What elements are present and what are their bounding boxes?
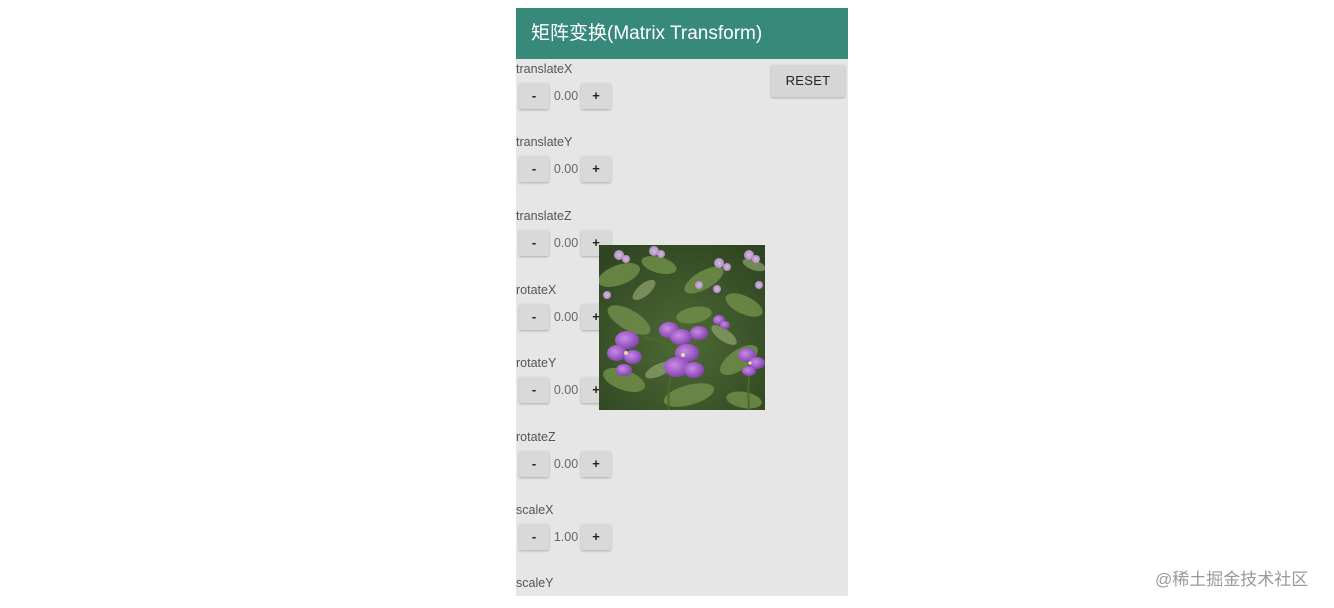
- control-translate-x: translateX - 0.00 +: [516, 61, 626, 121]
- increment-button[interactable]: +: [581, 451, 611, 477]
- reset-button[interactable]: RESET: [771, 65, 845, 97]
- decrement-button[interactable]: -: [519, 304, 549, 330]
- control-scale-y: scaleY: [516, 575, 626, 596]
- decrement-button[interactable]: -: [519, 377, 549, 403]
- control-label: translateY: [516, 135, 573, 149]
- control-value: 0.00: [553, 162, 579, 176]
- app-title: 矩阵变换(Matrix Transform): [531, 23, 763, 44]
- decrement-button[interactable]: -: [519, 451, 549, 477]
- control-translate-y: translateY - 0.00 +: [516, 134, 626, 194]
- decrement-button[interactable]: -: [519, 156, 549, 182]
- control-value: 0.00: [553, 89, 579, 103]
- control-label: rotateY: [516, 356, 557, 370]
- control-label: rotateX: [516, 283, 557, 297]
- control-value: 0.00: [553, 310, 579, 324]
- watermark-text: @稀土掘金技术社区: [1155, 570, 1309, 589]
- control-value: 0.00: [553, 383, 579, 397]
- increment-button[interactable]: +: [581, 83, 611, 109]
- control-label: translateZ: [516, 209, 572, 223]
- control-label: scaleX: [516, 503, 554, 517]
- decrement-button[interactable]: -: [519, 524, 549, 550]
- decrement-button[interactable]: -: [519, 230, 549, 256]
- app-bar: 矩阵变换(Matrix Transform): [516, 8, 848, 59]
- control-value: 1.00: [553, 530, 579, 544]
- control-label: rotateZ: [516, 430, 556, 444]
- control-label: scaleY: [516, 576, 554, 590]
- app-screen: 矩阵变换(Matrix Transform) RESET translateX …: [516, 8, 848, 596]
- control-scale-x: scaleX - 1.00 +: [516, 502, 626, 562]
- increment-button[interactable]: +: [581, 524, 611, 550]
- control-rotate-z: rotateZ - 0.00 +: [516, 429, 626, 489]
- control-value: 0.00: [553, 457, 579, 471]
- increment-button[interactable]: +: [581, 156, 611, 182]
- decrement-button[interactable]: -: [519, 83, 549, 109]
- flower-image: [599, 245, 765, 410]
- control-label: translateX: [516, 62, 573, 76]
- control-value: 0.00: [553, 236, 579, 250]
